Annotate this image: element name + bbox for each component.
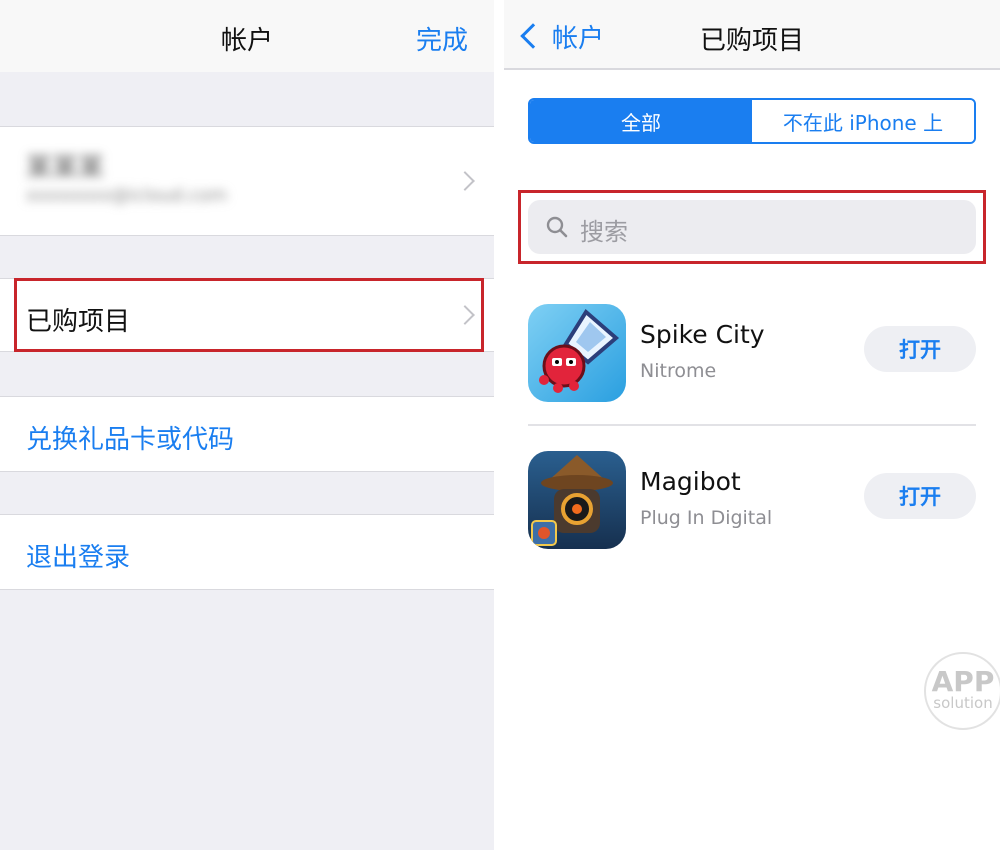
purchased-screen: 帐户 已购项目 全部 不在此 iPhone 上 搜索 Spike City Ni… — [504, 0, 1000, 850]
app-icon-magibot — [528, 451, 626, 549]
redeem-label: 兑换礼品卡或代码 — [26, 425, 235, 455]
segment-not-on-iphone[interactable]: 不在此 iPhone 上 — [752, 100, 974, 142]
list-item[interactable]: Magibot Plug In Digital 打开 — [528, 451, 976, 551]
redeem-row[interactable]: 兑换礼品卡或代码 — [0, 396, 494, 472]
page-title: 已购项目 — [699, 26, 804, 56]
open-button[interactable]: 打开 — [864, 326, 976, 372]
divider — [528, 424, 976, 426]
highlight-box-purchased — [14, 278, 484, 352]
app-name: Magibot — [640, 467, 741, 496]
done-button[interactable]: 完成 — [416, 20, 468, 57]
nav-bar: 帐户 完成 — [0, 0, 494, 72]
highlight-box-search — [518, 190, 986, 264]
app-icon-spike-city — [528, 304, 626, 402]
open-button[interactable]: 打开 — [864, 473, 976, 519]
account-screen: 帐户 完成 某某某 xxxxxxxx@icloud.com 已购项目 兑换礼品卡… — [0, 0, 494, 850]
sign-out-row[interactable]: 退出登录 — [0, 514, 494, 590]
apple-id-row[interactable]: 某某某 xxxxxxxx@icloud.com — [0, 126, 494, 236]
account-name: 某某某 — [26, 153, 105, 183]
watermark-logo: APP solution — [924, 652, 1000, 730]
chevron-right-icon — [455, 171, 475, 191]
watermark-top: APP — [931, 665, 995, 698]
app-name: Spike City — [640, 320, 765, 349]
segment-all[interactable]: 全部 — [530, 100, 752, 142]
watermark-bottom: solution — [933, 694, 993, 712]
app-developer: Plug In Digital — [640, 507, 773, 529]
account-email: xxxxxxxx@icloud.com — [26, 185, 228, 206]
sign-out-label: 退出登录 — [26, 543, 131, 573]
list-item[interactable]: Spike City Nitrome 打开 — [528, 304, 976, 404]
segmented-control: 全部 不在此 iPhone 上 — [528, 98, 976, 144]
nav-bar: 帐户 已购项目 — [504, 0, 1000, 70]
app-developer: Nitrome — [640, 360, 717, 382]
